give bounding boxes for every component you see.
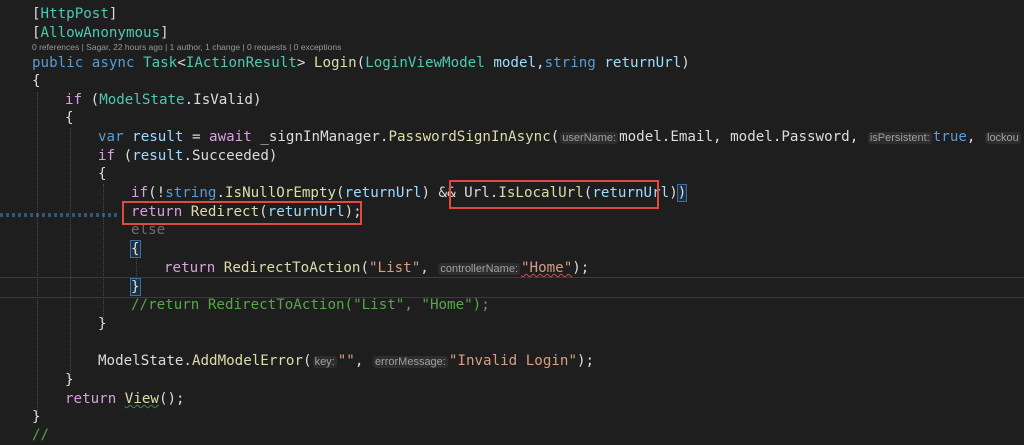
code-line-19[interactable]: ModelState.AddModelError(key: "", errorMe… [98, 352, 594, 371]
comment: //return RedirectToAction("List", "Home"… [131, 297, 490, 313]
inlay-hint: lockou [985, 132, 1021, 144]
identifier: _signInManager [260, 129, 380, 145]
code-lens[interactable]: 0 references | Sagar, 22 hours ago | 1 a… [32, 42, 341, 52]
keyword: public [32, 55, 84, 71]
identifier: Succeeded [191, 148, 269, 164]
code-line-3[interactable]: public async Task<IActionResult> Login(L… [32, 54, 690, 73]
code-line-16[interactable]: //return RedirectToAction("List", "Home"… [131, 296, 490, 315]
identifier: result [132, 148, 184, 164]
identifier: ModelState [98, 353, 184, 369]
string-literal: "" [337, 353, 355, 369]
code-line-5[interactable]: if (ModelState.IsValid) [65, 91, 262, 110]
code-line-17[interactable]: } [98, 315, 107, 334]
keyword: if [65, 92, 83, 108]
brace-match: { [130, 240, 141, 258]
code-line-9[interactable]: { [98, 165, 107, 184]
code-line-22[interactable]: } [32, 408, 41, 427]
string-literal: "List" [369, 260, 421, 276]
keyword: var [98, 129, 124, 145]
indent-guide [37, 92, 38, 418]
identifier: IsValid [193, 92, 253, 108]
code-line-13[interactable]: { [130, 240, 141, 259]
code-line-15[interactable]: } [130, 278, 141, 297]
diff-marker [0, 213, 120, 217]
type-name: IActionResult [185, 55, 297, 71]
parameter: model [493, 55, 537, 71]
code-line-21[interactable]: return View(); [65, 390, 185, 409]
identifier: returnUrl [344, 185, 422, 201]
arguments: model.Email, model.Password, [619, 129, 859, 145]
comment: // [32, 427, 50, 443]
inlay-hint: isPersistent: [867, 132, 932, 144]
method-name: View [124, 391, 159, 407]
type-name: Task [143, 55, 178, 71]
method-name: RedirectToAction [223, 260, 361, 276]
string-literal: "Invalid Login" [448, 353, 577, 369]
method-name: AddModelError [191, 353, 304, 369]
keyword: return [65, 391, 117, 407]
code-line-6[interactable]: { [65, 109, 74, 128]
attribute-allowanonymous[interactable]: AllowAnonymous [41, 25, 161, 41]
indent-guide [70, 128, 71, 383]
inlay-hint: key: [312, 356, 337, 368]
inlay-hint: controllerName: [438, 263, 520, 275]
identifier: result [132, 129, 184, 145]
highlight-box-islocalurl [449, 180, 659, 209]
brace-match: ) [676, 184, 688, 202]
brace-match: } [130, 278, 141, 296]
indent-guide [103, 184, 104, 324]
keyword: string [544, 55, 596, 71]
parameter: returnUrl [604, 55, 682, 71]
code-line-1[interactable]: [HttpPost] [32, 5, 117, 24]
method-name: Login [313, 55, 357, 71]
attribute-httppost[interactable]: HttpPost [41, 6, 109, 22]
code-line-7[interactable]: var result = await _signInManager.Passwo… [98, 128, 1022, 147]
current-line-highlight [0, 277, 1024, 298]
code-line-2[interactable]: [AllowAnonymous] [32, 24, 169, 43]
method-name: IsNullOrEmpty [224, 185, 337, 201]
code-line-14[interactable]: return RedirectToAction("List", controll… [164, 259, 589, 278]
keyword: return [164, 260, 216, 276]
code-line-20[interactable]: } [65, 371, 74, 390]
method-name: PasswordSignInAsync [388, 129, 551, 145]
keyword: true [932, 129, 967, 145]
keyword: if [98, 148, 116, 164]
code-line-23[interactable]: // [32, 426, 49, 445]
code-line-4[interactable]: { [32, 72, 41, 91]
inlay-hint: userName: [560, 132, 619, 144]
keyword: async [91, 55, 135, 71]
keyword: string [165, 185, 217, 201]
keyword: if [131, 185, 149, 201]
type-name: LoginViewModel [365, 55, 485, 71]
keyword: await [209, 129, 252, 145]
string-literal: "Home" [521, 260, 573, 276]
code-editor[interactable]: [HttpPost] [AllowAnonymous] 0 references… [0, 0, 1024, 443]
identifier: ModelState [99, 92, 185, 108]
highlight-box-return-redirect [122, 201, 362, 225]
code-line-8[interactable]: if (result.Succeeded) [98, 147, 277, 166]
inlay-hint: errorMessage: [372, 356, 448, 368]
